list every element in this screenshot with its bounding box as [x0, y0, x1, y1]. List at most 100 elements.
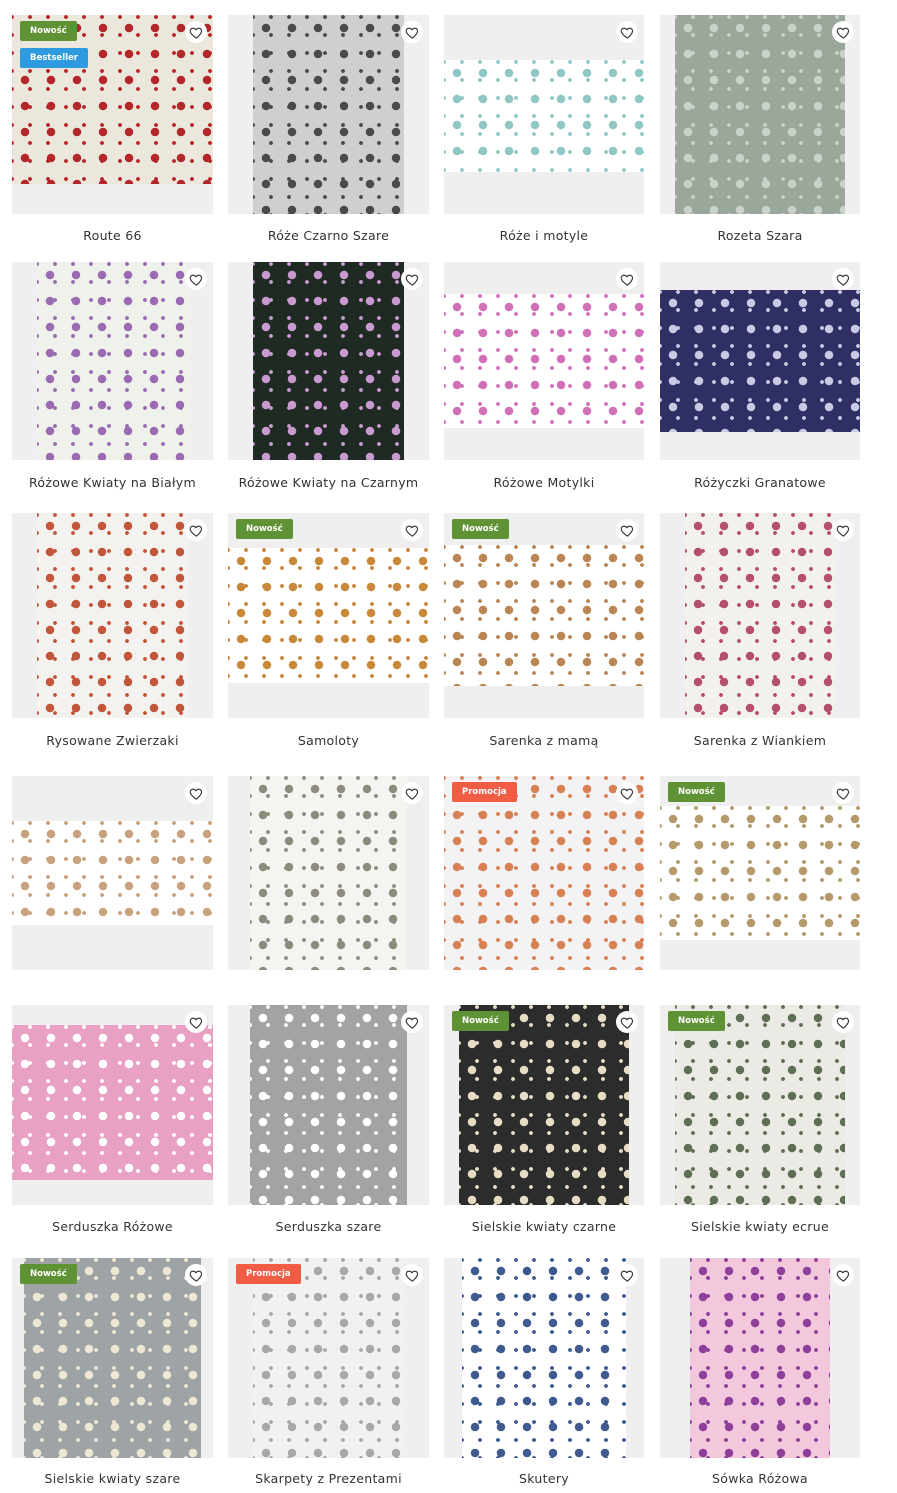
- product-card-serduszka-szare[interactable]: Serduszka szare: [228, 1005, 429, 1241]
- heart-icon[interactable]: [832, 782, 854, 804]
- product-title[interactable]: Skutery: [444, 1471, 644, 1486]
- product-image[interactable]: [660, 15, 860, 214]
- heart-icon[interactable]: [616, 268, 638, 290]
- heart-icon[interactable]: [185, 1264, 207, 1286]
- product-title[interactable]: Różowe Kwiaty na Białym: [12, 475, 213, 490]
- product-image[interactable]: [444, 1258, 644, 1458]
- product-image[interactable]: Nowość: [444, 1005, 644, 1205]
- product-card-route-66[interactable]: Nowość Bestseller Route 66: [12, 15, 213, 250]
- product-title[interactable]: Sarenka z Wiankiem: [660, 733, 860, 748]
- heart-icon[interactable]: [185, 782, 207, 804]
- product-image[interactable]: [228, 15, 429, 214]
- fabric-swatch: [37, 513, 188, 718]
- heart-icon[interactable]: [616, 519, 638, 541]
- product-image[interactable]: [444, 262, 644, 460]
- product-image[interactable]: Nowość: [660, 1005, 860, 1205]
- product-image[interactable]: Promocja: [228, 1258, 429, 1458]
- heart-icon[interactable]: [185, 268, 207, 290]
- product-title[interactable]: Różowe Kwiaty na Czarnym: [228, 475, 429, 490]
- product-card-product-15[interactable]: Promocja: [444, 776, 644, 970]
- product-image[interactable]: [228, 776, 429, 970]
- badge-new: Nowość: [452, 519, 509, 539]
- product-title[interactable]: Skarpety z Prezentami: [228, 1471, 429, 1486]
- product-card-ro-z-yczki-granatowe[interactable]: Różyczki Granatowe: [660, 262, 860, 497]
- product-image[interactable]: [228, 262, 429, 460]
- product-card-so-wka-ro-z-owa[interactable]: Sówka Różowa: [660, 1258, 860, 1493]
- product-card-sielskie-kwiaty-szare[interactable]: Nowość Sielskie kwiaty szare: [12, 1258, 213, 1493]
- product-card-sarenka-z-wiankiem[interactable]: Sarenka z Wiankiem: [660, 513, 860, 755]
- product-image[interactable]: Nowość Bestseller: [12, 15, 213, 214]
- heart-icon[interactable]: [616, 1264, 638, 1286]
- product-card-product-16[interactable]: Nowość: [660, 776, 860, 970]
- product-image[interactable]: Nowość: [12, 1258, 213, 1458]
- product-card-ro-z-owe-kwiaty-na-czarnym[interactable]: Różowe Kwiaty na Czarnym: [228, 262, 429, 497]
- product-title[interactable]: Sarenka z mamą: [444, 733, 644, 748]
- product-card-samoloty[interactable]: Nowość Samoloty: [228, 513, 429, 755]
- product-title[interactable]: Sielskie kwiaty ecrue: [660, 1219, 860, 1234]
- heart-icon[interactable]: [832, 519, 854, 541]
- heart-icon[interactable]: [616, 1011, 638, 1033]
- product-card-ro-z-owe-kwiaty-na-bia-ym[interactable]: Różowe Kwiaty na Białym: [12, 262, 213, 497]
- heart-icon[interactable]: [401, 1011, 423, 1033]
- product-image[interactable]: [12, 262, 213, 460]
- heart-icon[interactable]: [401, 268, 423, 290]
- heart-icon[interactable]: [832, 1264, 854, 1286]
- product-title[interactable]: Rozeta Szara: [660, 228, 860, 243]
- badge-new: Nowość: [20, 21, 77, 41]
- product-title[interactable]: Sówka Różowa: [660, 1471, 860, 1486]
- fabric-swatch: [444, 776, 644, 970]
- product-card-serduszka-ro-z-owe[interactable]: Serduszka Różowe: [12, 1005, 213, 1241]
- product-card-skarpety-z-prezentami[interactable]: Promocja Skarpety z Prezentami: [228, 1258, 429, 1493]
- product-image[interactable]: Nowość: [444, 513, 644, 718]
- product-image[interactable]: [444, 15, 644, 214]
- product-image[interactable]: [12, 1005, 213, 1205]
- product-card-ro-z-owe-motylki[interactable]: Różowe Motylki: [444, 262, 644, 497]
- product-card-sielskie-kwiaty-ecrue[interactable]: Nowość Sielskie kwiaty ecrue: [660, 1005, 860, 1241]
- product-card-rysowane-zwierzaki[interactable]: Rysowane Zwierzaki: [12, 513, 213, 755]
- product-title[interactable]: Serduszka szare: [228, 1219, 429, 1234]
- fabric-swatch: [459, 1005, 629, 1205]
- product-image[interactable]: [660, 1258, 860, 1458]
- product-title[interactable]: Różyczki Granatowe: [660, 475, 860, 490]
- heart-icon[interactable]: [832, 21, 854, 43]
- product-image[interactable]: [660, 262, 860, 460]
- product-title[interactable]: Sielskie kwiaty szare: [12, 1471, 213, 1486]
- fabric-swatch: [444, 294, 644, 428]
- product-image[interactable]: [660, 513, 860, 718]
- heart-icon[interactable]: [401, 1264, 423, 1286]
- product-title[interactable]: Serduszka Różowe: [12, 1219, 213, 1234]
- product-title[interactable]: Różowe Motylki: [444, 475, 644, 490]
- heart-icon[interactable]: [832, 1011, 854, 1033]
- product-title[interactable]: Róże Czarno Szare: [228, 228, 429, 243]
- heart-icon[interactable]: [185, 519, 207, 541]
- heart-icon[interactable]: [616, 782, 638, 804]
- fabric-swatch: [675, 15, 845, 214]
- product-card-rozeta-szara[interactable]: Rozeta Szara: [660, 15, 860, 250]
- product-card-ro-z-e-czarno-szare[interactable]: Róże Czarno Szare: [228, 15, 429, 250]
- product-card-sarenka-z-mama[interactable]: Nowość Sarenka z mamą: [444, 513, 644, 755]
- product-title[interactable]: Route 66: [12, 228, 213, 243]
- product-card-sielskie-kwiaty-czarne[interactable]: Nowość Sielskie kwiaty czarne: [444, 1005, 644, 1241]
- heart-icon[interactable]: [185, 1011, 207, 1033]
- product-image[interactable]: [12, 776, 213, 970]
- product-card-skutery[interactable]: Skutery: [444, 1258, 644, 1493]
- fabric-swatch: [444, 60, 644, 172]
- product-title[interactable]: Rysowane Zwierzaki: [12, 733, 213, 748]
- heart-icon[interactable]: [401, 519, 423, 541]
- product-card-product-13[interactable]: [12, 776, 213, 970]
- product-title[interactable]: Sielskie kwiaty czarne: [444, 1219, 644, 1234]
- product-image[interactable]: Nowość: [660, 776, 860, 970]
- product-title[interactable]: Samoloty: [228, 733, 429, 748]
- heart-icon[interactable]: [401, 21, 423, 43]
- heart-icon[interactable]: [832, 268, 854, 290]
- product-image[interactable]: [228, 1005, 429, 1205]
- product-card-ro-z-e-i-motyle[interactable]: Róże i motyle: [444, 15, 644, 250]
- product-image[interactable]: [12, 513, 213, 718]
- heart-icon[interactable]: [185, 21, 207, 43]
- product-image[interactable]: Nowość: [228, 513, 429, 718]
- product-title[interactable]: Róże i motyle: [444, 228, 644, 243]
- product-image[interactable]: Promocja: [444, 776, 644, 970]
- heart-icon[interactable]: [616, 21, 638, 43]
- heart-icon[interactable]: [401, 782, 423, 804]
- product-card-product-14[interactable]: [228, 776, 429, 970]
